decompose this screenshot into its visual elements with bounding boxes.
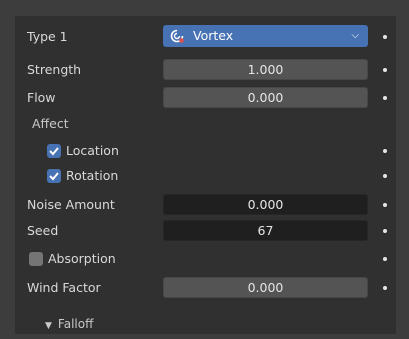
seed-field[interactable]: 67: [163, 220, 368, 241]
flow-row: Flow 0.000: [15, 85, 396, 111]
location-label[interactable]: Location: [66, 143, 119, 158]
noise-amount-label: Noise Amount: [27, 197, 115, 212]
keyframe-dot[interactable]: [383, 286, 387, 290]
keyframe-dot[interactable]: [383, 203, 387, 207]
type1-row: Type 1 Vortex ⌵: [15, 24, 396, 50]
vortex-icon: [169, 28, 185, 44]
wind-factor-row: Wind Factor 0.000: [15, 275, 396, 301]
strength-field[interactable]: 1.000: [163, 59, 368, 80]
checkmark-icon: [49, 172, 59, 181]
type1-value: Vortex: [193, 28, 234, 43]
expand-triangle-icon[interactable]: ▼: [45, 321, 52, 331]
rotation-checkbox[interactable]: [47, 169, 61, 183]
location-checkbox[interactable]: [47, 144, 61, 158]
rotation-row[interactable]: Rotation: [15, 163, 396, 189]
keyframe-dot[interactable]: [383, 96, 387, 100]
type1-label: Type 1: [27, 29, 68, 44]
location-row[interactable]: Location: [15, 138, 396, 164]
keyframe-dot[interactable]: [383, 257, 387, 261]
noise-amount-field[interactable]: 0.000: [163, 194, 368, 215]
field-properties-panel: Type 1 Vortex ⌵ Strength 1.000 Flow 0.00…: [15, 16, 396, 334]
seed-row: Seed 67: [15, 218, 396, 244]
keyframe-dot[interactable]: [383, 149, 387, 153]
keyframe-dot[interactable]: [383, 229, 387, 233]
flow-field[interactable]: 0.000: [163, 87, 368, 108]
type1-dropdown[interactable]: Vortex ⌵: [163, 25, 368, 47]
absorption-label[interactable]: Absorption: [48, 251, 116, 266]
affect-label: Affect: [32, 116, 69, 131]
flow-label: Flow: [27, 90, 56, 105]
strength-row: Strength 1.000: [15, 57, 396, 83]
keyframe-dot[interactable]: [383, 174, 387, 178]
falloff-header[interactable]: ▼ Falloff: [15, 313, 396, 339]
absorption-checkbox[interactable]: [29, 252, 43, 266]
chevron-down-icon: ⌵: [351, 30, 359, 41]
checkmark-icon: [49, 147, 59, 156]
keyframe-dot[interactable]: [383, 68, 387, 72]
falloff-label: Falloff: [57, 317, 94, 331]
strength-label: Strength: [27, 62, 82, 77]
seed-label: Seed: [27, 223, 59, 238]
affect-row: Affect: [15, 113, 396, 139]
wind-factor-label: Wind Factor: [27, 280, 101, 295]
keyframe-dot[interactable]: [383, 35, 387, 39]
wind-factor-field[interactable]: 0.000: [163, 277, 368, 298]
rotation-label[interactable]: Rotation: [66, 168, 118, 183]
absorption-row[interactable]: Absorption: [15, 246, 396, 272]
noise-amount-row: Noise Amount 0.000: [15, 192, 396, 218]
